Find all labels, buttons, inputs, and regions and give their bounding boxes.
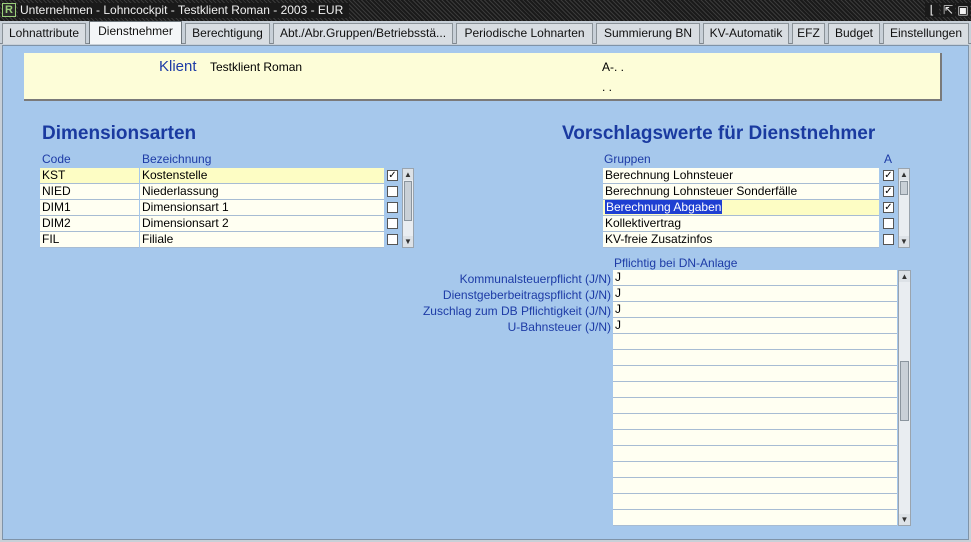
dim-bezeichnung-cell[interactable]: Filiale [140, 232, 384, 248]
scroll-thumb[interactable] [900, 181, 908, 195]
kommunalsteuer-label: Kommunalsteuerpflicht (J/N) [459, 272, 611, 286]
zuschlag-db-field[interactable]: J [613, 302, 897, 318]
minimize-icon[interactable]: ⌊ [925, 3, 939, 17]
tab-periodische-lohnarten[interactable]: Periodische Lohnarten [456, 23, 593, 44]
scroll-down-icon[interactable]: ▼ [899, 236, 909, 247]
pflichtig-empty-row[interactable] [613, 510, 897, 526]
dim-scrollbar[interactable]: ▲ ▼ [402, 168, 414, 248]
vw-gruppe-cell[interactable]: KV-freie Zusatzinfos [603, 232, 879, 248]
pflichtig-empty-row[interactable] [613, 494, 897, 510]
pflichtig-empty-row[interactable] [613, 430, 897, 446]
dim-bezeichnung-cell[interactable]: Dimensionsart 1 [140, 200, 384, 216]
pflichtig-empty-row[interactable] [613, 414, 897, 430]
tab-abteilungen[interactable]: Abt./Abr.Gruppen/Betriebsstä... [273, 23, 453, 44]
u-bahnsteuer-label: U-Bahnsteuer (J/N) [507, 320, 611, 334]
klient-detail: . . [602, 80, 613, 94]
vw-gruppe-cell[interactable]: Kollektivertrag [603, 216, 879, 232]
vw-gruppe-cell-selected[interactable]: Berechnung Abgaben [603, 200, 879, 216]
pflichtig-scrollbar[interactable]: ▲ ▼ [898, 270, 911, 526]
klient-label: Klient [159, 58, 197, 75]
vw-checkbox[interactable]: ✓ [883, 202, 894, 213]
scroll-up-icon[interactable]: ▲ [403, 169, 413, 180]
vw-checkbox[interactable]: ✓ [883, 170, 894, 181]
dim-code-cell[interactable]: DIM1 [40, 200, 139, 216]
pflichtig-empty-row[interactable] [613, 366, 897, 382]
selected-text: Berechnung Abgaben [605, 200, 723, 214]
vw-col-gruppen: Gruppen [604, 152, 651, 166]
pflichtig-heading: Pflichtig bei DN-Anlage [614, 256, 738, 270]
vw-gruppe-cell[interactable]: Berechnung Lohnsteuer Sonderfälle [603, 184, 879, 200]
dim-bezeichnung-cell[interactable]: Dimensionsart 2 [140, 216, 384, 232]
dienstgeberbeitrag-field[interactable]: J [613, 286, 897, 302]
pflichtig-empty-row[interactable] [613, 462, 897, 478]
tab-berechtigung[interactable]: Berechtigung [185, 23, 270, 44]
scroll-thumb[interactable] [404, 181, 412, 221]
scroll-thumb[interactable] [900, 361, 909, 421]
check-icon: ✓ [884, 202, 893, 213]
zuschlag-db-label: Zuschlag zum DB Pflichtigkeit (J/N) [422, 304, 611, 318]
dim-checkbox[interactable] [387, 234, 398, 245]
pflichtig-empty-row[interactable] [613, 446, 897, 462]
vw-scrollbar[interactable]: ▲ ▼ [898, 168, 910, 248]
dim-bezeichnung-cell[interactable]: Kostenstelle [140, 168, 384, 184]
dim-checkbox[interactable] [387, 218, 398, 229]
check-icon: ✓ [884, 170, 893, 181]
dim-bezeichnung-cell[interactable]: Niederlassung [140, 184, 384, 200]
vw-checkbox[interactable] [883, 234, 894, 245]
dim-code-cell[interactable]: FIL [40, 232, 139, 248]
kommunalsteuer-field[interactable]: J [613, 270, 897, 286]
dim-code-cell[interactable]: DIM2 [40, 216, 139, 232]
u-bahnsteuer-field[interactable]: J [613, 318, 897, 334]
tab-bar: Lohnattribute Dienstnehmer Berechtigung … [0, 21, 971, 44]
tab-summierung-bn[interactable]: Summierung BN [596, 23, 700, 44]
tab-einstellungen[interactable]: Einstellungen [883, 23, 969, 44]
tab-budget[interactable]: Budget [828, 23, 880, 44]
pflichtig-empty-row[interactable] [613, 382, 897, 398]
window-title: Unternehmen - Lohncockpit - Testklient R… [18, 3, 350, 18]
check-icon: ✓ [884, 186, 893, 197]
tab-dienstnehmer[interactable]: Dienstnehmer [89, 21, 182, 44]
scroll-down-icon[interactable]: ▼ [403, 236, 413, 247]
vw-gruppe-cell[interactable]: Berechnung Lohnsteuer [603, 168, 879, 184]
dim-code-cell[interactable]: NIED [40, 184, 139, 200]
tab-efz[interactable]: EFZ [792, 23, 825, 44]
tab-kv-automatik[interactable]: KV-Automatik [703, 23, 789, 44]
dim-checkbox[interactable] [387, 186, 398, 197]
close-icon[interactable]: ▣ [956, 3, 970, 17]
vw-col-a: A [884, 152, 893, 166]
check-icon: ✓ [388, 170, 397, 181]
vw-checkbox[interactable]: ✓ [883, 186, 894, 197]
scroll-up-icon[interactable]: ▲ [899, 271, 910, 282]
vw-checkbox[interactable] [883, 218, 894, 229]
pflichtig-empty-row[interactable] [613, 478, 897, 494]
scroll-up-icon[interactable]: ▲ [899, 169, 909, 180]
dim-checkbox[interactable]: ✓ [387, 170, 398, 181]
dim-col-bezeichnung: Bezeichnung [142, 152, 212, 166]
tab-lohnattribute[interactable]: Lohnattribute [2, 23, 86, 44]
dimensionsarten-title: Dimensionsarten [42, 123, 197, 144]
pflichtig-empty-row[interactable] [613, 398, 897, 414]
pflichtig-empty-row[interactable] [613, 334, 897, 350]
scroll-down-icon[interactable]: ▼ [899, 514, 910, 525]
restore-icon[interactable]: ⇱ [941, 3, 955, 17]
pflichtig-empty-row[interactable] [613, 350, 897, 366]
vorschlagswerte-title: Vorschlagswerte für Dienstnehmer [562, 123, 876, 144]
dim-col-code: Code [42, 152, 71, 166]
dienstgeberbeitrag-label: Dienstgeberbeitragspflicht (J/N) [442, 288, 611, 302]
app-icon[interactable]: R [2, 3, 16, 17]
dim-code-cell[interactable]: KST [40, 168, 139, 184]
dim-checkbox[interactable] [387, 202, 398, 213]
klient-name: Testklient Roman [210, 60, 303, 74]
klient-code: A-. . [602, 60, 625, 74]
